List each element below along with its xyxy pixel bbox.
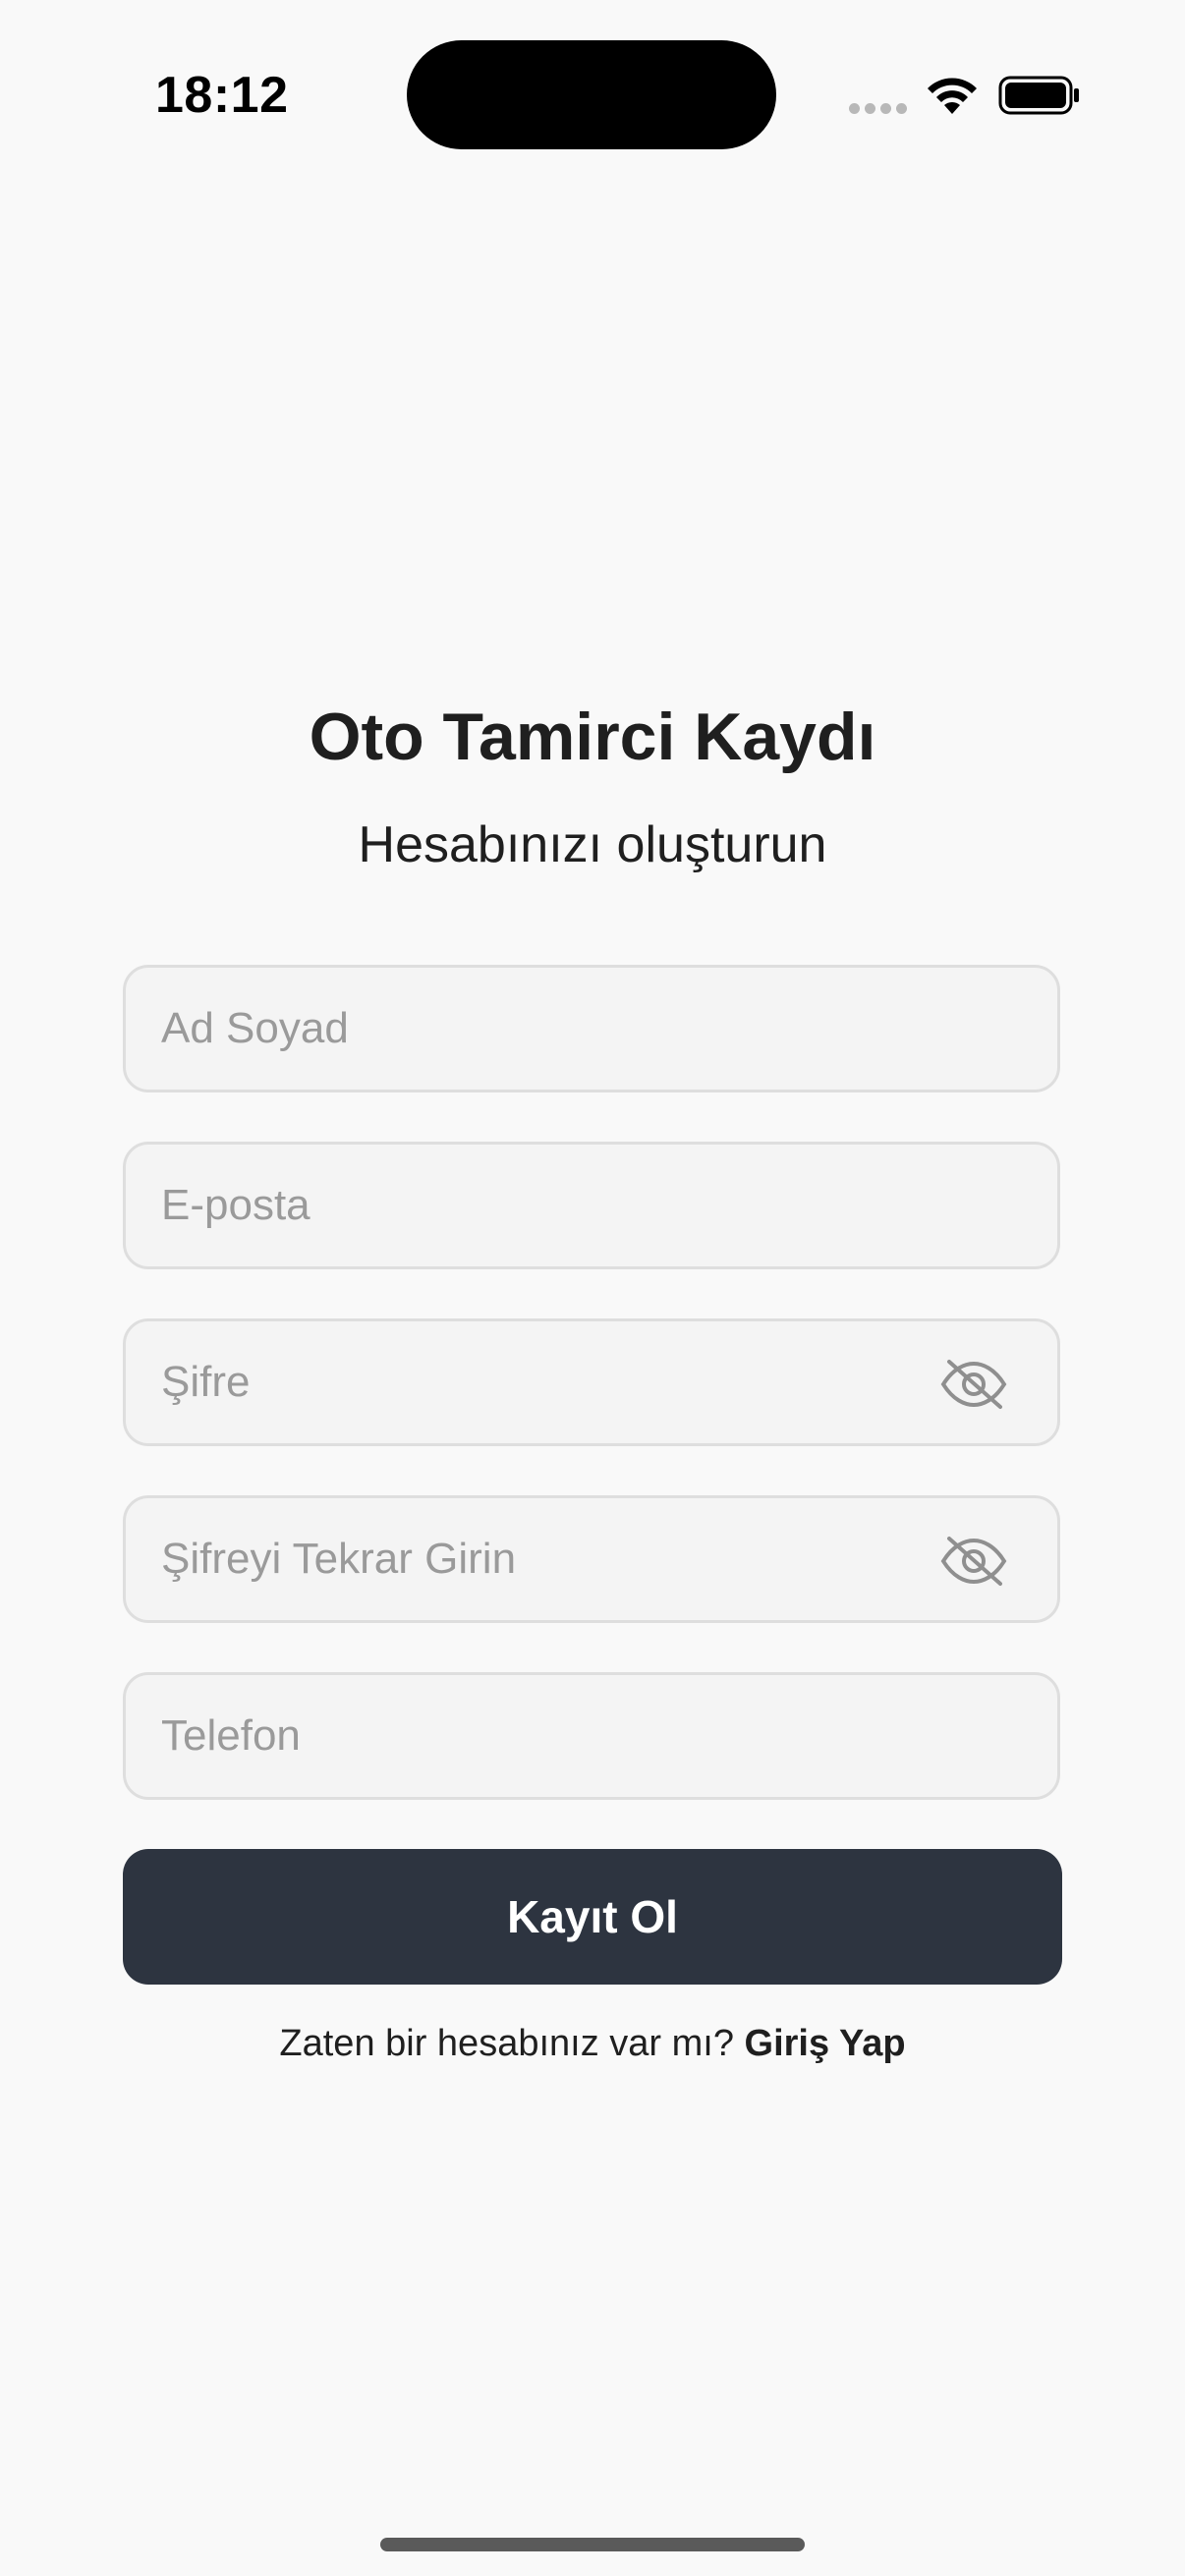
home-indicator[interactable]: [380, 2538, 805, 2551]
page-subtitle: Hesabınızı oluşturun: [358, 816, 827, 873]
email-field[interactable]: [123, 1142, 1060, 1269]
status-time: 18:12: [155, 67, 289, 124]
battery-icon: [998, 76, 1079, 115]
email-input[interactable]: [161, 1145, 967, 1266]
page-title: Oto Tamirci Kaydı: [309, 700, 876, 774]
dynamic-island: [407, 40, 776, 149]
register-button[interactable]: Kayıt Ol: [123, 1849, 1062, 1985]
wifi-icon: [928, 78, 977, 114]
login-prompt: Zaten bir hesabınız var mı? Giriş Yap: [0, 2016, 1185, 2071]
password-repeat-input[interactable]: [161, 1498, 967, 1620]
login-link[interactable]: Giriş Yap: [745, 2023, 906, 2064]
password-repeat-field[interactable]: [123, 1495, 1060, 1623]
full-name-input[interactable]: [161, 968, 967, 1090]
phone-field[interactable]: [123, 1672, 1060, 1800]
signal-icon: [849, 103, 908, 117]
password-input[interactable]: [161, 1321, 967, 1443]
login-prompt-text: Zaten bir hesabınız var mı?: [279, 2023, 734, 2064]
eye-off-icon[interactable]: [939, 1359, 1008, 1410]
phone-input[interactable]: [161, 1675, 967, 1797]
full-name-field[interactable]: [123, 965, 1060, 1092]
password-field[interactable]: [123, 1318, 1060, 1446]
eye-off-icon[interactable]: [939, 1536, 1008, 1587]
